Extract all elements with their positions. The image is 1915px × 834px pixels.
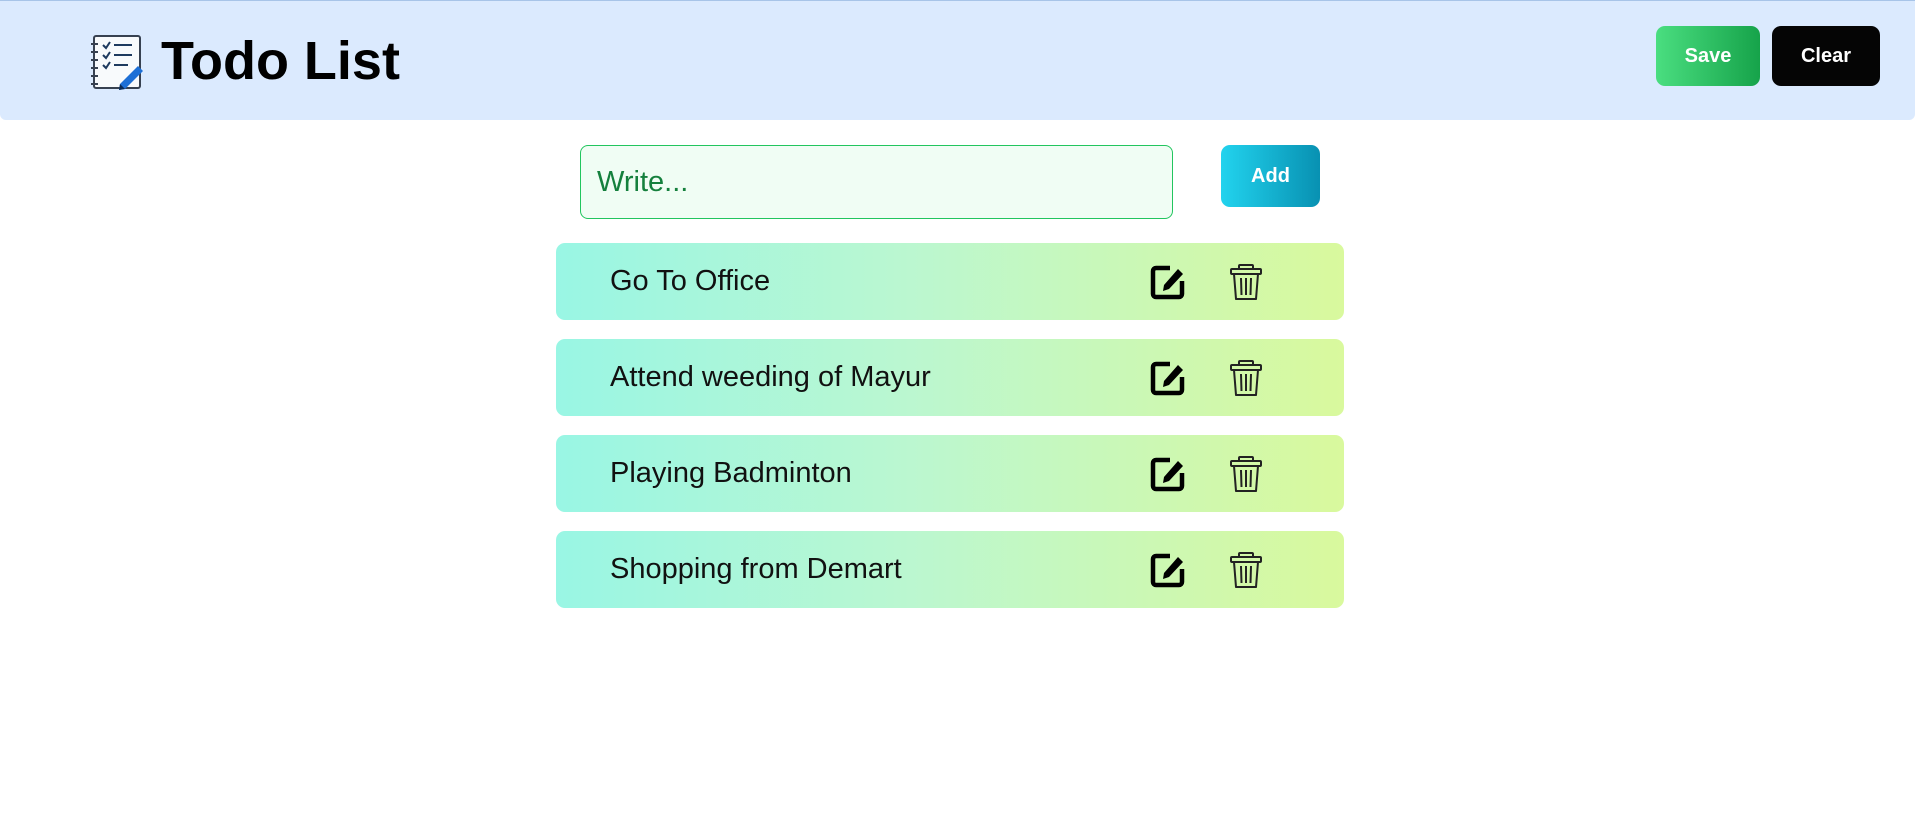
- add-button[interactable]: Add: [1221, 145, 1320, 207]
- app-header: Todo List Save Clear: [0, 0, 1915, 120]
- todo-text: Shopping from Demart: [610, 553, 902, 585]
- edit-icon[interactable]: [1150, 264, 1186, 300]
- clear-button[interactable]: Clear: [1772, 26, 1880, 86]
- save-button[interactable]: Save: [1656, 26, 1760, 86]
- edit-icon[interactable]: [1150, 552, 1186, 588]
- todo-item: Attend weeding of Mayur: [556, 339, 1344, 416]
- todo-input[interactable]: [580, 145, 1173, 219]
- todo-item: Shopping from Demart: [556, 531, 1344, 608]
- trash-icon[interactable]: [1229, 359, 1263, 397]
- trash-icon[interactable]: [1229, 551, 1263, 589]
- trash-icon[interactable]: [1229, 263, 1263, 301]
- page-title: Todo List: [161, 31, 400, 91]
- edit-icon[interactable]: [1150, 456, 1186, 492]
- trash-icon[interactable]: [1229, 455, 1263, 493]
- todo-item: Playing Badminton: [556, 435, 1344, 512]
- todo-text: Attend weeding of Mayur: [610, 361, 931, 393]
- todo-text: Go To Office: [610, 265, 771, 297]
- todo-text: Playing Badminton: [610, 457, 852, 489]
- edit-icon[interactable]: [1150, 360, 1186, 396]
- todo-item: Go To Office: [556, 243, 1344, 320]
- checklist-notebook-icon: [91, 35, 143, 90]
